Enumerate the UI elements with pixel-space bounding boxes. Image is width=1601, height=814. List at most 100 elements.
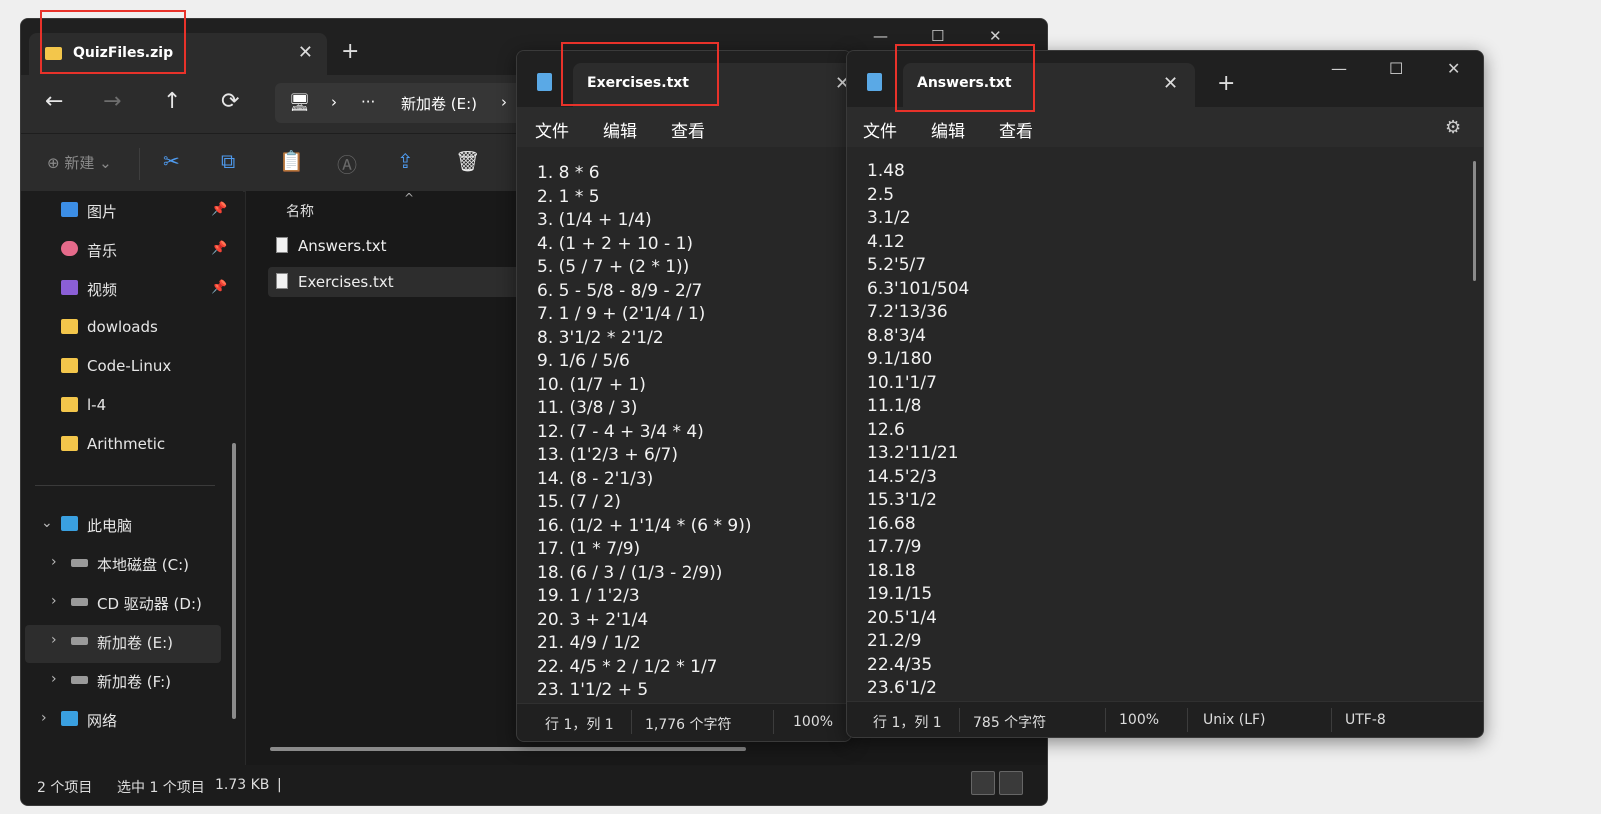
column-header-name[interactable]: 名称 — [286, 201, 314, 221]
share-icon[interactable]: ⇪ — [397, 149, 414, 173]
sidebar-scrollbar[interactable] — [232, 443, 236, 719]
delete-icon[interactable]: 🗑 — [455, 149, 480, 173]
menu-edit[interactable]: 编辑 — [931, 117, 965, 142]
text-line: 1. 8 * 6 — [537, 163, 600, 183]
new-item-button[interactable]: ⊕ 新建 ⌄ — [47, 152, 112, 173]
text-line: 3.1/2 — [867, 208, 911, 228]
close-tab-icon[interactable]: ✕ — [298, 42, 313, 63]
file-name: Answers.txt — [298, 237, 387, 255]
chevron-right-icon[interactable]: › — [51, 671, 57, 687]
vertical-scrollbar[interactable] — [1473, 161, 1476, 281]
folder-icon — [61, 397, 78, 412]
new-tab-button[interactable]: + — [1217, 71, 1235, 96]
breadcrumb-drive-e[interactable]: 新加卷 (E:) — [401, 93, 477, 114]
status-divider — [959, 708, 960, 732]
encoding[interactable]: UTF-8 — [1345, 712, 1386, 728]
text-line: 7.2'13/36 — [867, 302, 948, 322]
folder-icon — [61, 319, 78, 334]
zip-folder-icon — [45, 47, 62, 60]
text-editor-area[interactable]: 1.48 2.5 3.1/2 4.12 5.2'5/7 6.3'101/504 7.2'13… — [847, 147, 1483, 701]
sidebar-item-label: dowloads — [87, 318, 158, 336]
paste-icon[interactable]: 📋 — [279, 149, 304, 173]
pin-icon[interactable]: 📌 — [211, 202, 227, 217]
chevron-right-icon[interactable]: › — [41, 710, 47, 726]
drive-icon — [71, 559, 88, 567]
text-line: 13. (1'2/3 + 6/7) — [537, 445, 678, 465]
chevron-down-icon[interactable]: ⌄ — [41, 515, 53, 531]
forward-arrow-icon[interactable]: → — [103, 89, 121, 114]
close-tab-icon[interactable]: ✕ — [1163, 73, 1178, 94]
status-divider — [1331, 708, 1332, 732]
refresh-icon[interactable]: ⟳ — [221, 89, 239, 114]
notepad-tab[interactable]: Answers.txt ✕ — [903, 63, 1195, 107]
back-arrow-icon[interactable]: ← — [45, 89, 63, 114]
status-divider: | — [277, 777, 282, 793]
sidebar-item-label: l-4 — [87, 396, 107, 414]
explorer-tab-title: QuizFiles.zip — [73, 45, 174, 61]
character-count: 1,776 个字符 — [645, 717, 732, 733]
menu-view[interactable]: 查看 — [671, 117, 705, 142]
new-tab-button[interactable]: + — [341, 39, 359, 64]
navigation-pane: 图片 📌 音乐 📌 视频 📌 dowloads Code-Linux l-4 A… — [21, 191, 243, 765]
sidebar-item-label: 视频 — [87, 281, 118, 299]
tiles-view-icon[interactable] — [999, 771, 1023, 795]
notepad-tab[interactable]: Exercises.txt ✕ — [573, 63, 851, 107]
pictures-icon — [61, 202, 78, 217]
zoom-level[interactable]: 100% — [793, 714, 833, 730]
text-line: 17.7/9 — [867, 537, 922, 557]
up-arrow-icon[interactable]: ↑ — [163, 89, 181, 114]
menu-edit[interactable]: 编辑 — [603, 117, 637, 142]
pin-icon[interactable]: 📌 — [211, 241, 227, 256]
sidebar-item-label: 本地磁盘 (C:) — [97, 556, 189, 574]
text-line: 9. 1/6 / 5/6 — [537, 351, 630, 371]
notepad-status-bar: 行 1，列 1 1,776 个字符 100% — [517, 703, 851, 741]
menu-file[interactable]: 文件 — [535, 117, 569, 142]
line-ending[interactable]: Unix (LF) — [1203, 712, 1266, 728]
music-icon — [61, 241, 78, 256]
text-line: 8.8'3/4 — [867, 325, 927, 346]
maximize-button[interactable]: ☐ — [1389, 59, 1403, 78]
folder-icon — [61, 358, 78, 373]
text-line: 22. 4/5 * 2 / 1/2 * 1/7 — [537, 656, 718, 677]
menu-view[interactable]: 查看 — [999, 117, 1033, 142]
notepad-menubar: 文件 编辑 查看 ⚙ — [847, 107, 1483, 147]
text-file-icon — [276, 273, 288, 289]
breadcrumb-separator[interactable]: › — [501, 93, 507, 111]
sort-chevron-icon[interactable]: ^ — [404, 191, 414, 205]
rename-icon[interactable]: Ⓐ — [337, 149, 357, 178]
item-count: 2 个项目 — [37, 780, 93, 796]
chevron-right-icon[interactable]: › — [51, 593, 57, 609]
notepad-menubar: 文件 编辑 查看 — [517, 107, 851, 147]
text-line: 22.4/35 — [867, 654, 933, 675]
text-line: 14. (8 - 2'1/3) — [537, 468, 654, 489]
copy-icon[interactable]: ⧉ — [221, 149, 235, 173]
horizontal-scrollbar[interactable] — [270, 747, 746, 751]
details-view-icon[interactable] — [971, 771, 995, 795]
zoom-level[interactable]: 100% — [1119, 712, 1159, 728]
minimize-button[interactable]: — — [873, 27, 888, 45]
text-file-icon — [276, 237, 288, 253]
notepad-app-icon — [867, 73, 882, 91]
close-window-button[interactable]: ✕ — [1447, 59, 1460, 78]
close-window-button[interactable]: ✕ — [989, 27, 1002, 45]
cut-icon[interactable]: ✂ — [163, 149, 180, 173]
notepad-app-icon — [537, 73, 552, 91]
computer-icon[interactable]: 🖥 — [289, 93, 311, 113]
text-editor-area[interactable]: 1. 8 * 6 2. 1 * 5 3. (1/4 + 1/4) 4. (1 + 2 … — [517, 147, 851, 703]
chevron-right-icon[interactable]: › — [51, 632, 57, 648]
notepad-answers-window: Answers.txt ✕ + — ☐ ✕ 文件 编辑 查看 ⚙ 1.48 2.5… — [846, 50, 1484, 738]
minimize-button[interactable]: — — [1331, 59, 1347, 78]
text-line: 20.5'1/4 — [867, 607, 937, 628]
menu-file[interactable]: 文件 — [863, 117, 897, 142]
settings-gear-icon[interactable]: ⚙ — [1445, 117, 1461, 138]
file-name: Exercises.txt — [298, 273, 394, 291]
pin-icon[interactable]: 📌 — [211, 280, 227, 295]
chevron-right-icon[interactable]: › — [51, 554, 57, 570]
breadcrumb-separator[interactable]: › — [331, 93, 337, 111]
sidebar-item-label: Code-Linux — [87, 357, 172, 375]
text-line: 16.68 — [867, 513, 916, 534]
drive-icon — [71, 637, 88, 645]
explorer-tab[interactable]: QuizFiles.zip ✕ — [29, 33, 327, 75]
maximize-button[interactable]: ☐ — [931, 27, 944, 45]
breadcrumb-overflow[interactable]: ··· — [361, 93, 375, 111]
